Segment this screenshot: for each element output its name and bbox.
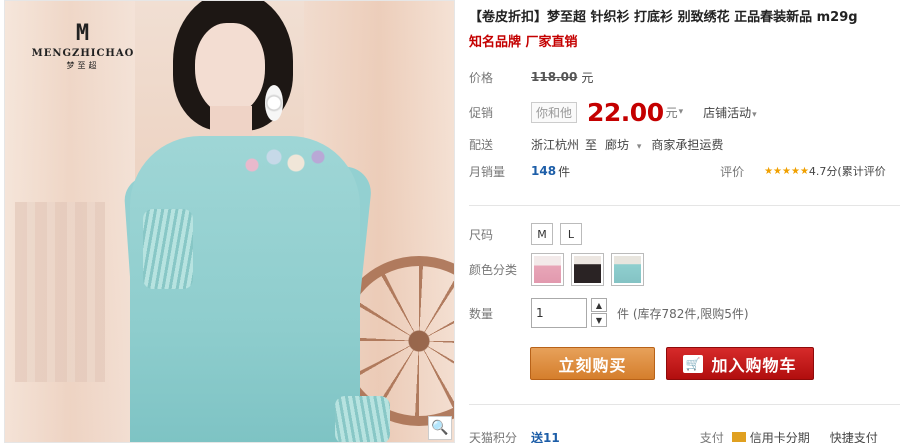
promo-price: 22.00 bbox=[587, 97, 664, 127]
color-label: 颜色分类 bbox=[469, 262, 518, 277]
quantity-input[interactable] bbox=[531, 298, 587, 328]
ruffle-cuff-left bbox=[143, 209, 193, 289]
size-option-m[interactable]: M bbox=[531, 223, 553, 245]
brand-logo: M MENGZHICHAO 梦至超 bbox=[23, 23, 143, 71]
quantity-stepper: ▲ ▼ bbox=[591, 298, 607, 328]
rating-text[interactable]: 4.7分(累计评价 bbox=[809, 163, 886, 179]
earring bbox=[265, 85, 283, 121]
promo-tag[interactable]: 你和他 bbox=[531, 101, 578, 123]
chevron-down-icon: ▾ bbox=[752, 109, 757, 120]
sweater bbox=[130, 136, 360, 442]
product-image[interactable]: M MENGZHICHAO 梦至超 bbox=[4, 0, 455, 443]
embroidered-flowers bbox=[230, 141, 340, 181]
divider bbox=[469, 404, 900, 405]
zoom-icon[interactable]: 🔍 bbox=[428, 416, 452, 440]
color-row: 颜色分类 bbox=[469, 252, 651, 286]
brand-mark: M bbox=[75, 21, 91, 46]
promo-label: 促销 bbox=[469, 105, 494, 120]
color-swatch-aqua bbox=[614, 255, 641, 283]
shop-activity-label: 店铺活动 bbox=[703, 105, 752, 120]
stock-info: 件 (库存782件,限购5件) bbox=[617, 306, 749, 321]
quantity-label: 数量 bbox=[469, 306, 494, 321]
shipping-row: 配送 浙江杭州 至 廊坊 ▾ 商家承担运费 bbox=[469, 133, 723, 155]
color-option-aqua[interactable] bbox=[611, 252, 644, 286]
price-label: 价格 bbox=[469, 70, 494, 85]
shipping-note: 商家承担运费 bbox=[651, 137, 724, 152]
size-row: 尺码 M L bbox=[469, 223, 589, 245]
points-label: 天猫积分 bbox=[469, 430, 518, 443]
sales-unit: 件 bbox=[558, 164, 571, 179]
price-unit: 元 bbox=[581, 70, 594, 85]
buy-now-button[interactable]: 立刻购买 bbox=[530, 347, 655, 380]
city-background bbox=[15, 202, 105, 382]
original-price: 118.00 bbox=[531, 70, 578, 84]
color-swatch-black bbox=[574, 255, 601, 283]
color-option-black[interactable] bbox=[571, 252, 604, 286]
shop-activity-dropdown[interactable]: 店铺活动▾ bbox=[703, 104, 757, 121]
brand-name-cn: 梦至超 bbox=[66, 61, 100, 70]
price-row: 价格 118.00 元 bbox=[469, 66, 593, 88]
credit-card-icon bbox=[731, 432, 746, 442]
model-face bbox=[195, 23, 265, 115]
cart-icon: 🛒 bbox=[683, 354, 704, 373]
color-swatch-pink bbox=[534, 255, 561, 283]
rating-label: 评价 bbox=[720, 164, 745, 179]
chevron-down-icon[interactable]: ▾ bbox=[679, 107, 684, 117]
shipping-destination-select[interactable]: 廊坊 ▾ bbox=[605, 136, 641, 153]
shipping-to-word: 至 bbox=[585, 137, 598, 152]
size-option-l[interactable]: L bbox=[560, 223, 582, 245]
add-to-cart-button[interactable]: 🛒 加入购物车 bbox=[666, 347, 814, 380]
quantity-down-button[interactable]: ▼ bbox=[591, 313, 607, 327]
color-option-pink[interactable] bbox=[531, 252, 564, 286]
shipping-destination: 廊坊 bbox=[605, 137, 630, 152]
sales-count: 148 bbox=[531, 164, 557, 178]
rating-stars: ★★★★★ bbox=[764, 165, 809, 177]
add-to-cart-label: 加入购物车 bbox=[711, 355, 797, 375]
sales-row: 月销量 148 件 评价 ★★★★★ 4.7分(累计评价 bbox=[469, 160, 900, 182]
shipping-from: 浙江杭州 bbox=[531, 137, 580, 152]
quantity-up-button[interactable]: ▲ bbox=[591, 298, 607, 312]
promo-row: 促销 你和他 22.00 元 ▾ 店铺活动▾ bbox=[469, 97, 757, 127]
brand-name: MENGZHICHAO bbox=[31, 48, 135, 59]
service-row: 天猫积分 送11 支付 信用卡分期 快捷支付 bbox=[469, 428, 900, 443]
quantity-row: 数量 ▲ ▼ 件 (库存782件,限购5件) bbox=[469, 297, 749, 329]
divider bbox=[469, 205, 900, 206]
sales-label: 月销量 bbox=[469, 164, 506, 179]
promo-price-unit: 元 bbox=[665, 105, 678, 120]
product-title: 【卷皮折扣】梦至超 针织衫 打底衫 别致绣花 正品春装新品 m29g bbox=[469, 10, 858, 25]
ruffle-cuff-right bbox=[335, 396, 390, 442]
size-label: 尺码 bbox=[469, 227, 494, 242]
shipping-label: 配送 bbox=[469, 137, 494, 152]
product-subtitle: 知名品牌 厂家直销 bbox=[469, 35, 578, 50]
pay-label: 支付 bbox=[699, 430, 724, 443]
points-value: 送11 bbox=[531, 430, 560, 443]
express-pay-label[interactable]: 快捷支付 bbox=[830, 429, 878, 443]
chevron-down-icon: ▾ bbox=[636, 141, 642, 152]
pay-method[interactable]: 信用卡分期 bbox=[750, 429, 810, 443]
product-info: 【卷皮折扣】梦至超 针织衫 打底衫 别致绣花 正品春装新品 m29g 知名品牌 … bbox=[469, 0, 900, 443]
